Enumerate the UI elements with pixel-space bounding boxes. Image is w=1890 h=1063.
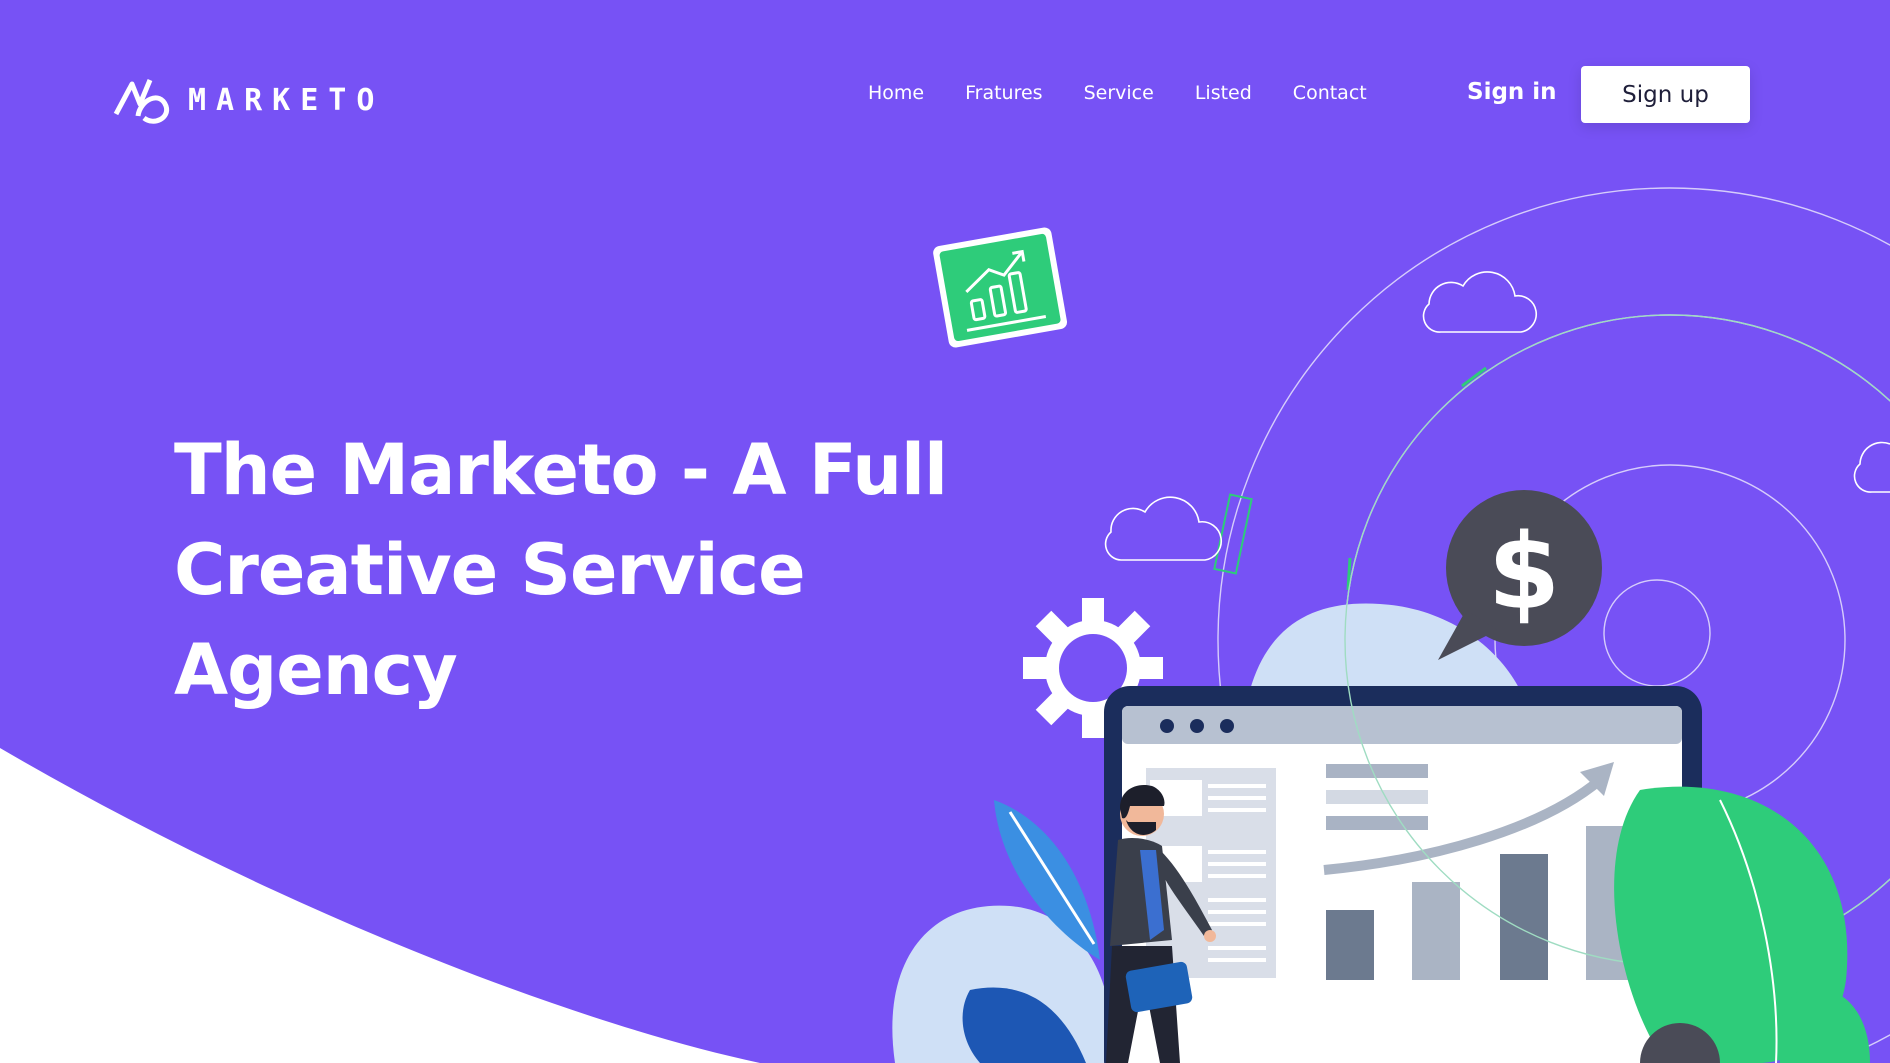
marketo-logo-icon bbox=[113, 79, 170, 124]
sign-up-button[interactable]: Sign up bbox=[1581, 66, 1750, 123]
chart-bar bbox=[1326, 910, 1374, 980]
cloud-icon bbox=[1104, 496, 1222, 561]
dollar-symbol: $ bbox=[1488, 511, 1560, 633]
nav-link-listed[interactable]: Listed bbox=[1195, 82, 1252, 104]
hero-title-line: The Marketo - A Full bbox=[174, 429, 948, 511]
hero-title-line: Creative Service bbox=[174, 529, 806, 611]
white-wave-shape bbox=[0, 748, 760, 1063]
sign-in-link[interactable]: Sign in bbox=[1467, 79, 1557, 105]
nav-link-features[interactable]: Fratures bbox=[965, 82, 1042, 104]
cloud-icon bbox=[1853, 441, 1890, 493]
landing-page: $ MARKETO Home Fratures Service Listed C… bbox=[0, 0, 1890, 1063]
dollar-bubble-icon: $ bbox=[1438, 490, 1602, 660]
leaf-icon bbox=[1614, 786, 1870, 1063]
brand-name: MARKETO bbox=[188, 82, 385, 118]
cloud-icon bbox=[1422, 271, 1537, 333]
brand-logo[interactable]: MARKETO bbox=[110, 70, 384, 130]
nav-link-service[interactable]: Service bbox=[1084, 82, 1154, 104]
hero-title-line: Agency bbox=[174, 629, 458, 711]
main-nav: Home Fratures Service Listed Contact bbox=[868, 82, 1367, 104]
chart-bar bbox=[1412, 882, 1460, 980]
hero-title: The Marketo - A Full Creative Service Ag… bbox=[174, 420, 974, 720]
chart-card-icon bbox=[933, 227, 1068, 348]
chart-bar bbox=[1500, 854, 1548, 980]
nav-link-home[interactable]: Home bbox=[868, 82, 924, 104]
nav-link-contact[interactable]: Contact bbox=[1293, 82, 1367, 104]
